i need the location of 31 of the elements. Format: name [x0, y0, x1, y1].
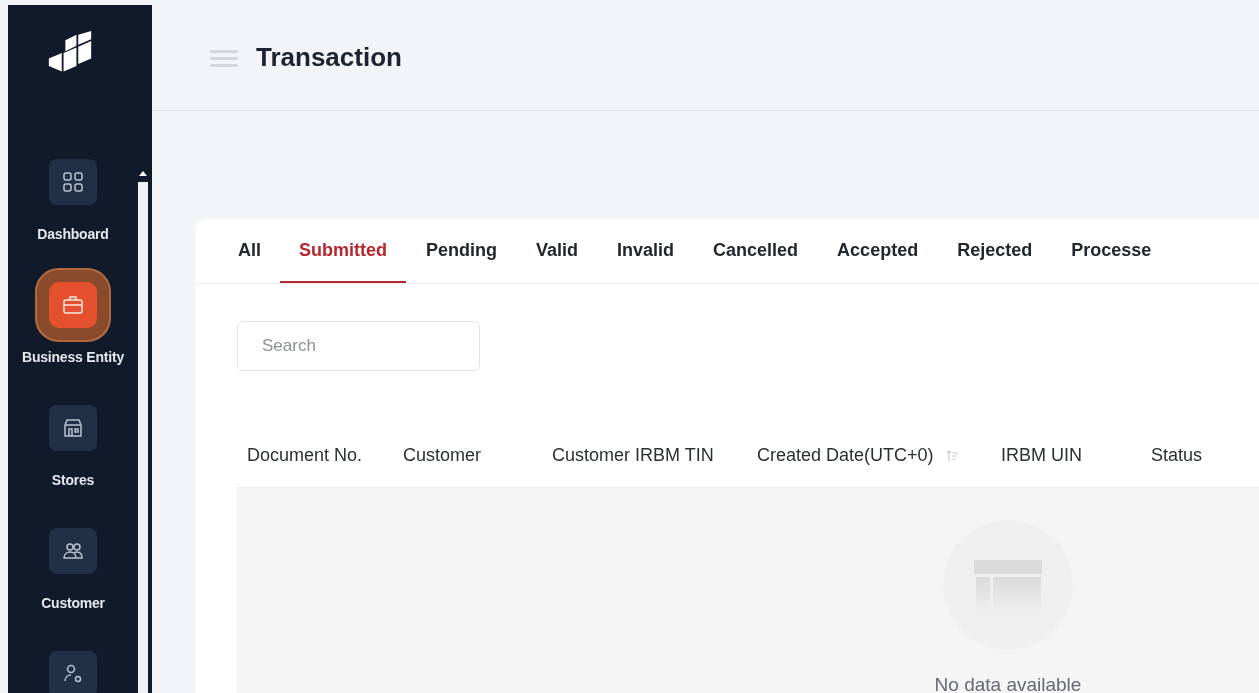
nav-button[interactable] — [49, 651, 97, 693]
column-header: Status — [1151, 445, 1203, 466]
tab[interactable]: Cancelled — [703, 219, 809, 283]
store-icon — [61, 416, 85, 440]
column-header: Customer — [403, 445, 482, 466]
grid-icon — [61, 170, 85, 194]
scrollbar[interactable] — [138, 182, 148, 693]
tab[interactable]: Rejected — [947, 219, 1043, 283]
tab[interactable]: Submitted — [280, 219, 406, 283]
tab[interactable]: Accepted — [827, 219, 929, 283]
nav-button[interactable] — [49, 405, 97, 451]
empty-message: No data available — [934, 674, 1082, 693]
tab[interactable]: Invalid — [607, 219, 685, 283]
nav-button[interactable] — [49, 528, 97, 574]
nav-label[interactable]: Dashboard — [37, 226, 109, 242]
column-header: Document No. — [247, 445, 363, 466]
column-header: Created Date(UTC+0) — [757, 445, 934, 466]
tab[interactable]: Valid — [526, 219, 589, 283]
nav-button[interactable] — [49, 159, 97, 205]
tab[interactable]: Processe — [1061, 219, 1162, 283]
tab[interactable]: Pending — [416, 219, 507, 283]
search-field[interactable]: Search — [237, 321, 480, 371]
scroll-up-icon[interactable] — [139, 171, 147, 176]
column-header: Customer IRBM TIN — [552, 445, 714, 466]
nav-label[interactable]: Stores — [51, 472, 95, 488]
page-title: Transaction — [256, 42, 402, 73]
briefcase-icon — [61, 293, 85, 317]
nav-label[interactable]: Business Entity — [22, 349, 124, 365]
nav-label[interactable]: Customer — [41, 595, 105, 611]
column-header: IRBM UIN — [1001, 445, 1082, 466]
tab[interactable]: All — [228, 219, 271, 283]
